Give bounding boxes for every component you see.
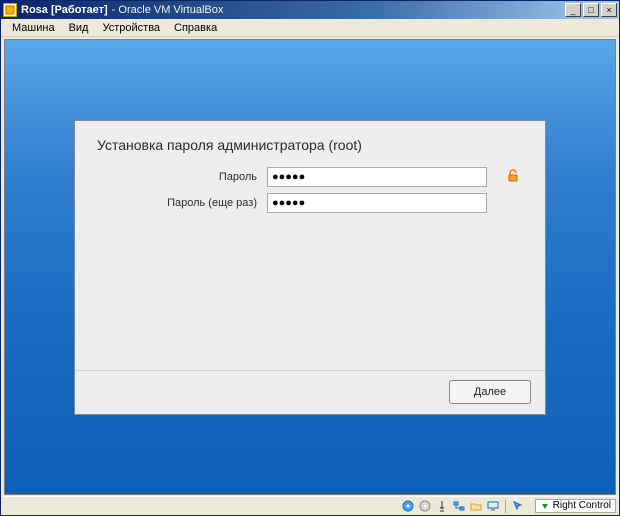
statusbar: Right Control xyxy=(2,496,618,514)
window-title-strong: Rosa [Работает] xyxy=(21,4,108,16)
unlock-icon xyxy=(505,168,521,184)
menu-devices[interactable]: Устройства xyxy=(95,21,167,35)
usb-icon[interactable] xyxy=(435,499,449,513)
network-icon[interactable] xyxy=(452,499,466,513)
close-button[interactable]: × xyxy=(601,3,617,17)
host-key-indicator[interactable]: Right Control xyxy=(535,499,616,513)
virtualbox-icon xyxy=(3,3,17,17)
separator xyxy=(505,499,506,513)
password-repeat-label: Пароль (еще раз) xyxy=(97,197,267,209)
panel-title: Установка пароля администратора (root) xyxy=(97,137,523,153)
titlebar[interactable]: Rosa [Работает] - Oracle VM VirtualBox _… xyxy=(1,1,619,19)
password-label: Пароль xyxy=(97,171,267,183)
password-row: Пароль xyxy=(97,167,523,187)
guest-display[interactable]: Установка пароля администратора (root) П… xyxy=(4,39,616,495)
host-key-label: Right Control xyxy=(553,500,611,512)
installer-panel: Установка пароля администратора (root) П… xyxy=(74,120,546,415)
next-button[interactable]: Далее xyxy=(449,380,531,404)
minimize-button[interactable]: _ xyxy=(565,3,581,17)
down-arrow-icon xyxy=(540,501,550,511)
panel-footer: Далее xyxy=(75,370,545,414)
menubar: Машина Вид Устройства Справка xyxy=(1,19,619,37)
password-repeat-row: Пароль (еще раз) xyxy=(97,193,523,213)
panel-body: Установка пароля администратора (root) П… xyxy=(75,121,545,370)
status-icons xyxy=(401,499,525,513)
maximize-button[interactable]: □ xyxy=(583,3,599,17)
menu-help[interactable]: Справка xyxy=(167,21,224,35)
password-input[interactable] xyxy=(267,167,487,187)
password-repeat-input[interactable] xyxy=(267,193,487,213)
hard-disk-icon[interactable] xyxy=(401,499,415,513)
mouse-integration-icon[interactable] xyxy=(511,499,525,513)
menu-view[interactable]: Вид xyxy=(62,21,96,35)
menu-machine[interactable]: Машина xyxy=(5,21,62,35)
shared-folders-icon[interactable] xyxy=(469,499,483,513)
display-icon[interactable] xyxy=(486,499,500,513)
window-title-rest: - Oracle VM VirtualBox xyxy=(112,4,224,16)
vm-window: Rosa [Работает] - Oracle VM VirtualBox _… xyxy=(0,0,620,516)
optical-disk-icon[interactable] xyxy=(418,499,432,513)
